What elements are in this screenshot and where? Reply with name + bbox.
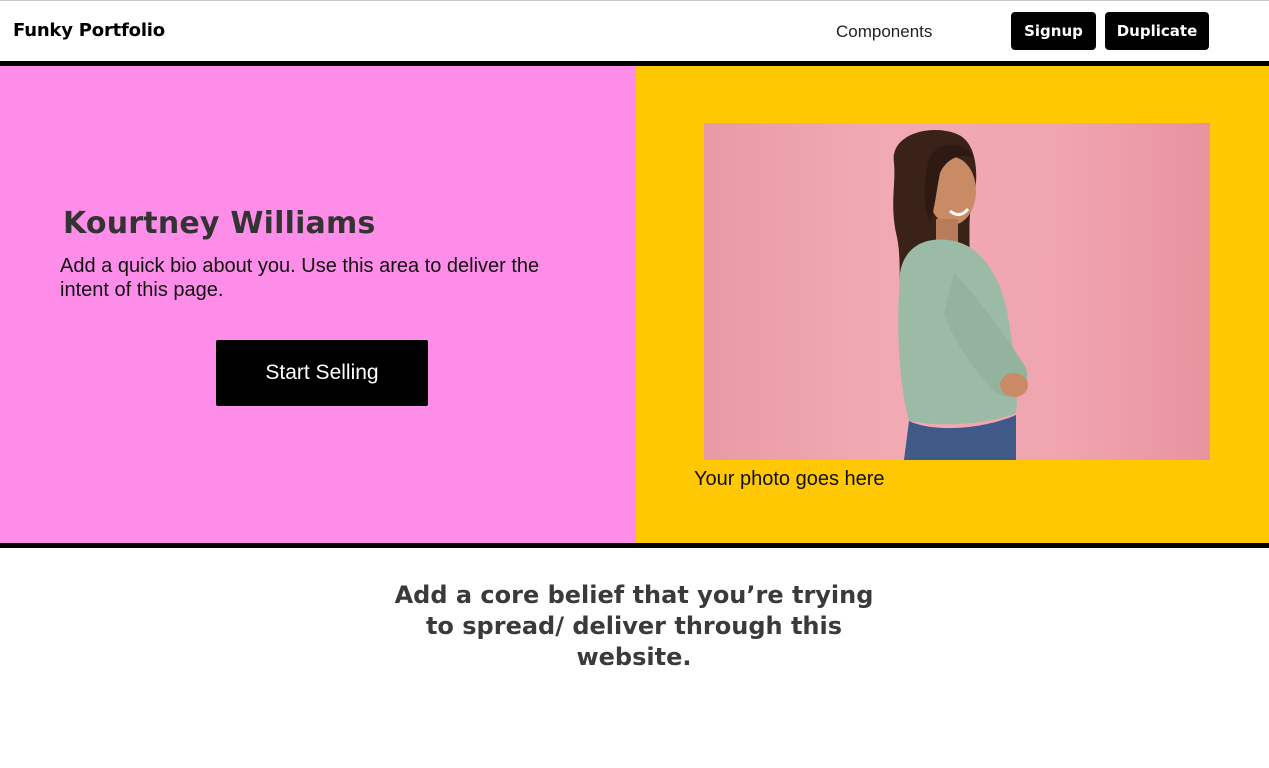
top-navbar: Funky Portfolio Components Signup Duplic… xyxy=(0,0,1269,61)
signup-button[interactable]: Signup xyxy=(1011,12,1096,50)
profile-photo xyxy=(704,123,1210,460)
nav-link-components[interactable]: Components xyxy=(836,22,932,42)
core-belief-text: Add a core belief that you’re trying to … xyxy=(394,581,874,671)
brand-logo[interactable]: Funky Portfolio xyxy=(13,20,165,41)
page: Funky Portfolio Components Signup Duplic… xyxy=(0,0,1269,768)
photo-caption: Your photo goes here xyxy=(694,468,885,490)
hero-section: Kourtney Williams Add a quick bio about … xyxy=(0,61,1269,548)
portrait-photo-icon xyxy=(893,130,1028,460)
profile-bio: Add a quick bio about you. Use this area… xyxy=(60,255,540,301)
duplicate-button[interactable]: Duplicate xyxy=(1105,12,1209,50)
profile-name: Kourtney Williams xyxy=(63,206,376,241)
hero-intro-panel: Kourtney Williams Add a quick bio about … xyxy=(0,66,636,543)
hero-photo-panel: Your photo goes here xyxy=(636,66,1269,543)
start-selling-button[interactable]: Start Selling xyxy=(216,340,428,406)
